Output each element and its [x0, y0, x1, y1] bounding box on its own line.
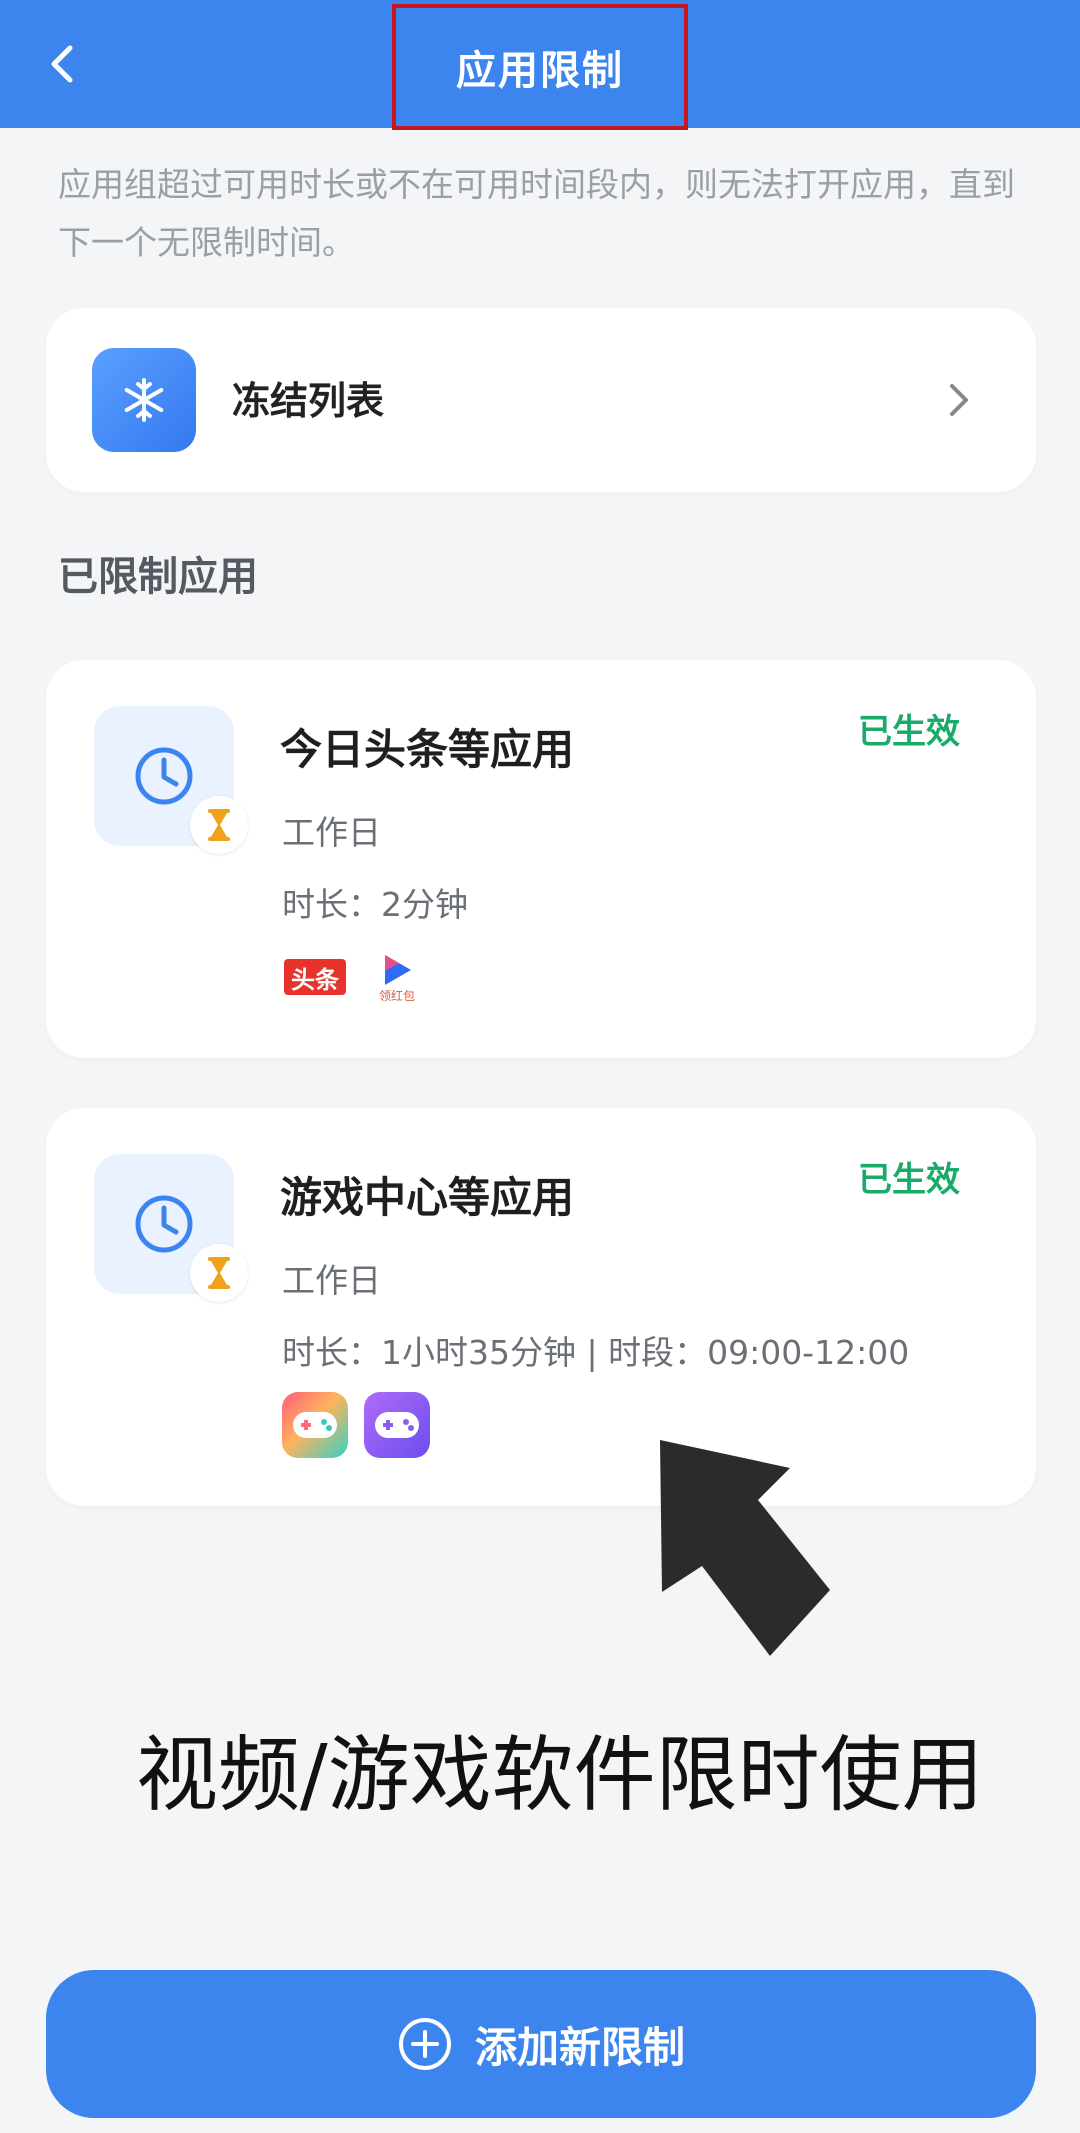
pointer-arrow-icon — [660, 1440, 830, 1656]
snowflake-icon — [92, 348, 196, 452]
page-title: 应用限制 — [456, 48, 624, 94]
limit-title: 游戏中心等应用 — [280, 1173, 575, 1222]
limited-app-icons: 头条 领红包 — [282, 944, 430, 1010]
toutiao-app-icon: 头条 — [282, 944, 348, 1010]
game-center-app-icon — [282, 1392, 348, 1458]
hourglass-icon — [190, 1244, 248, 1302]
description-text: 应用组超过可用时长或不在可用时间段内，则无法打开应用，直到下一个无限制时间。 — [58, 165, 1015, 262]
hourglass-icon — [190, 796, 248, 854]
limit-schedule: 工作日 — [282, 813, 381, 852]
app-header: 应用限制 — [0, 0, 1080, 130]
status-badge: 已生效 — [858, 1160, 960, 1200]
add-button-label: 添加新限制 — [474, 2022, 685, 2072]
status-badge: 已生效 — [858, 712, 960, 752]
limit-detail: 时长：1小时35分钟 | 时段：09:00-12:00 — [282, 1333, 910, 1372]
freeze-list-row[interactable]: 冻结列表 — [46, 308, 1036, 492]
limit-card[interactable]: 今日头条等应用 已生效 工作日 时长：2分钟 头条 领红包 — [46, 660, 1036, 1058]
video-app-icon: 领红包 — [364, 944, 430, 1010]
caption-text: 视频/游戏软件限时使用 — [136, 1728, 984, 1823]
limited-app-icons — [282, 1392, 430, 1458]
back-button[interactable] — [40, 34, 84, 94]
limit-detail: 时长：2分钟 — [282, 885, 468, 924]
plus-circle-icon — [398, 2018, 451, 2070]
section-title: 已限制应用 — [58, 554, 258, 600]
title-highlight-box: 应用限制 — [392, 4, 688, 130]
toutiao-logo-text: 头条 — [284, 959, 346, 995]
video-app-label: 领红包 — [378, 988, 415, 1003]
limit-title: 今日头条等应用 — [280, 725, 575, 774]
limit-card[interactable]: 游戏中心等应用 已生效 工作日 时长：1小时35分钟 | 时段：09:00-12… — [46, 1108, 1036, 1506]
add-new-limit-button[interactable]: 添加新限制 — [46, 1970, 1036, 2118]
chevron-left-icon — [51, 45, 73, 83]
chevron-right-icon — [950, 384, 968, 416]
gamepad-app-icon — [364, 1392, 430, 1458]
freeze-list-label: 冻结列表 — [232, 379, 385, 423]
limit-schedule: 工作日 — [282, 1261, 381, 1300]
